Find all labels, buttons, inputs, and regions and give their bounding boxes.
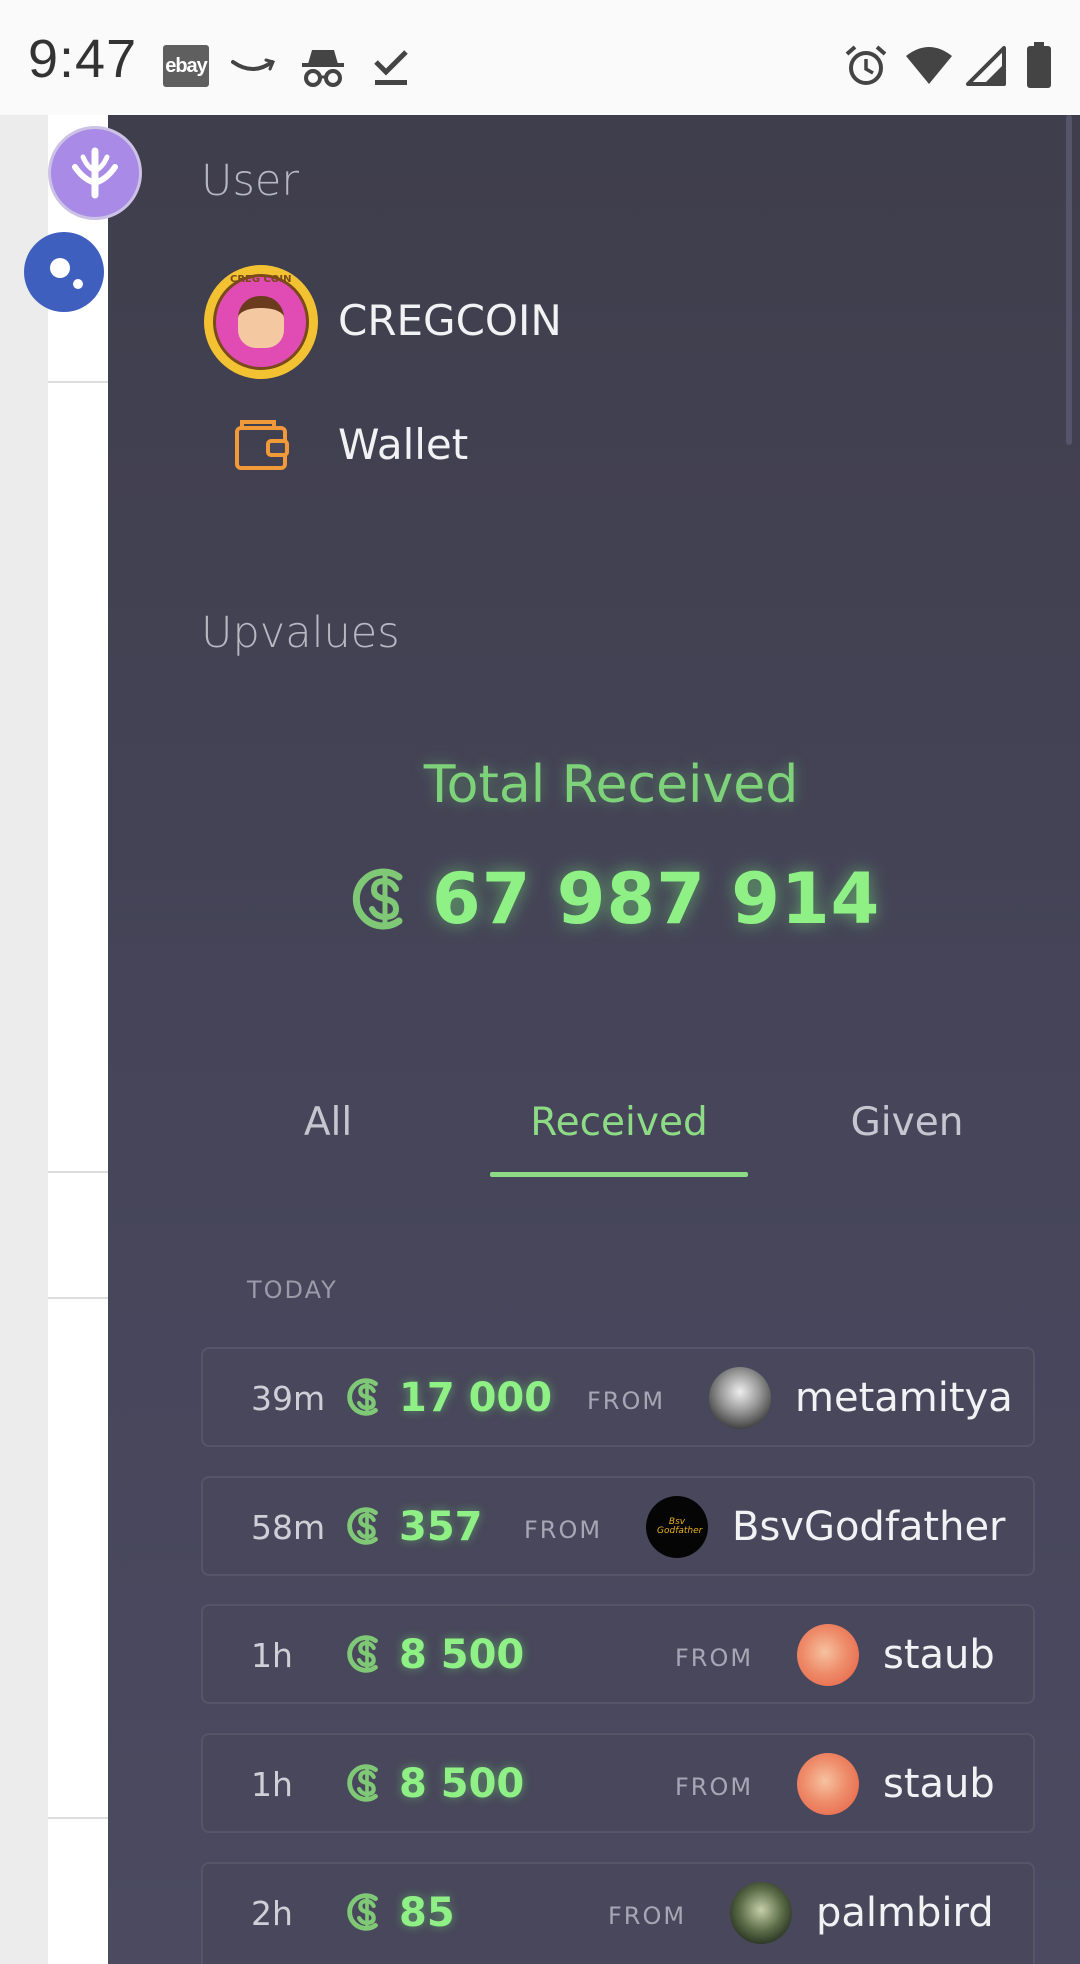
sender-avatar[interactable]: [730, 1882, 792, 1944]
transaction-time: 2h: [251, 1894, 293, 1933]
bsv-coin-icon: [352, 868, 403, 930]
from-label: FROM: [675, 1773, 754, 1801]
scrollbar[interactable]: [1066, 115, 1072, 445]
transaction-amount: 8 500: [399, 1761, 525, 1807]
chat-head-bubble[interactable]: [24, 232, 104, 312]
transaction-time: 39m: [251, 1379, 326, 1418]
alarm-icon: [845, 45, 887, 85]
tree-logo-icon: [72, 147, 118, 199]
app-logo-bubble[interactable]: [48, 126, 142, 220]
signal-icon: [966, 46, 1006, 86]
transaction-row[interactable]: 58m 357 FROM Bsv Godfather BsvGodfather: [201, 1476, 1035, 1576]
background-app-panel: [48, 115, 110, 1964]
status-time: 9:47: [28, 29, 138, 89]
total-received-row: 67 987 914: [352, 858, 880, 940]
transaction-row[interactable]: 39m 17 000 FROM metamitya: [201, 1347, 1035, 1447]
sender-name[interactable]: BsvGodfather: [732, 1504, 1006, 1550]
bsv-coin-icon: [347, 1378, 378, 1416]
total-received-label: Total Received: [423, 755, 799, 815]
total-received-value: 67 987 914: [432, 858, 881, 940]
transaction-row[interactable]: 1h 8 500 FROM staub: [201, 1733, 1035, 1833]
sender-name[interactable]: palmbird: [816, 1890, 994, 1936]
upvalues-section-title: Upvalues: [201, 608, 400, 658]
transaction-time: 1h: [251, 1636, 293, 1675]
sender-avatar[interactable]: [797, 1753, 859, 1815]
transaction-row[interactable]: 1h 8 500 FROM staub: [201, 1604, 1035, 1704]
sender-name[interactable]: staub: [883, 1761, 995, 1807]
tab-received[interactable]: Received: [509, 1100, 729, 1145]
tab-given[interactable]: Given: [797, 1100, 1017, 1145]
transaction-amount: 85: [399, 1890, 455, 1936]
transaction-time: 58m: [251, 1508, 326, 1547]
wallet-link[interactable]: Wallet: [338, 420, 468, 469]
sender-name[interactable]: staub: [883, 1632, 995, 1678]
background-divider: [48, 1171, 110, 1173]
sender-avatar[interactable]: Bsv Godfather: [646, 1496, 708, 1558]
username[interactable]: CREGCOIN: [338, 296, 562, 345]
transaction-amount: 8 500: [399, 1632, 525, 1678]
wifi-icon: [906, 47, 952, 84]
amazon-notification-icon: [231, 58, 276, 71]
sender-avatar-text: Bsv Godfather: [657, 1517, 703, 1536]
transaction-row[interactable]: 2h 85 FROM palmbird: [201, 1862, 1035, 1964]
sender-name[interactable]: metamitya: [795, 1375, 1013, 1421]
from-label: FROM: [524, 1516, 603, 1544]
transaction-time: 1h: [251, 1765, 293, 1804]
bsv-coin-icon: [347, 1635, 378, 1673]
background-divider: [48, 381, 110, 383]
status-bar: 9:47 ebay: [0, 0, 1080, 115]
incognito-icon: [302, 50, 344, 87]
active-tab-indicator: [490, 1172, 748, 1177]
wallet-icon[interactable]: [234, 418, 290, 472]
avatar-ring-text: CREG COIN: [230, 274, 292, 285]
bsv-coin-icon: [347, 1764, 378, 1802]
bsv-coin-icon: [347, 1507, 378, 1545]
user-section-title: User: [201, 156, 300, 206]
from-label: FROM: [587, 1387, 666, 1415]
ebay-notification-icon: ebay: [163, 45, 209, 87]
avatar-face: [238, 296, 284, 348]
background-divider: [48, 1817, 110, 1819]
transaction-amount: 17 000: [399, 1375, 553, 1421]
user-avatar[interactable]: CREG COIN: [204, 265, 318, 379]
transaction-amount: 357: [399, 1504, 483, 1550]
from-label: FROM: [675, 1644, 754, 1672]
chat-head-icon: [50, 258, 83, 289]
background-divider: [48, 1297, 110, 1299]
day-group-label: TODAY: [247, 1276, 338, 1304]
download-done-icon: [374, 50, 408, 85]
sender-avatar[interactable]: [709, 1367, 771, 1429]
bsv-coin-icon: [347, 1893, 378, 1931]
battery-icon: [1027, 42, 1051, 88]
tab-all[interactable]: All: [218, 1100, 438, 1145]
avatar-inner: [213, 274, 309, 370]
from-label: FROM: [608, 1902, 687, 1930]
sender-avatar[interactable]: [797, 1624, 859, 1686]
